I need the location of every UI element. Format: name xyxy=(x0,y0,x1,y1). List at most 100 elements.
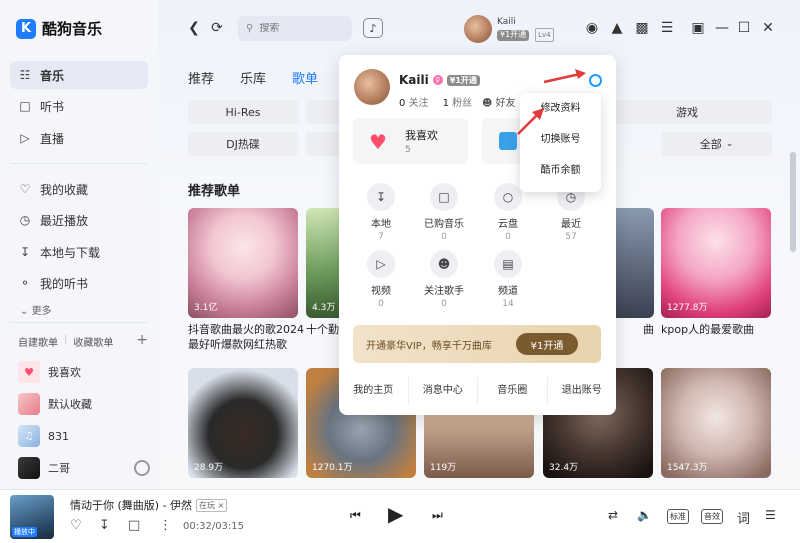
playlist-cover: 3.1亿 xyxy=(188,208,298,318)
sidebar-item-favorites[interactable]: ♡ 我的收藏 xyxy=(10,175,148,203)
sidebar-more[interactable]: ⌄ 更多 xyxy=(20,302,52,317)
playlist-item-erge[interactable]: 二哥 xyxy=(18,456,148,480)
playlist-card[interactable]: 3.1亿 抖音歌曲最火的歌2024最好听爆款网红热歌 xyxy=(188,208,304,352)
playlist-title: 抖音歌曲最火的歌2024最好听爆款网红热歌 xyxy=(188,323,304,351)
following-stat[interactable]: 0 关注 xyxy=(399,94,429,109)
now-playing-cover[interactable]: 播放中 xyxy=(10,495,54,539)
sidebar-item-recent[interactable]: ◷ 最近播放 xyxy=(10,206,148,234)
logout-link[interactable]: 退出账号 xyxy=(548,377,617,405)
playlist-item-831[interactable]: ♫ 831 xyxy=(18,424,148,448)
sidebar-item-audiobook[interactable]: □ 听书 xyxy=(10,92,148,120)
tab-library[interactable]: 乐库 xyxy=(240,68,266,87)
sidebar-item-music[interactable]: ☷ 音乐 xyxy=(10,61,148,89)
next-icon[interactable]: ⏭ xyxy=(432,508,443,523)
logo-mark-icon: K xyxy=(16,18,36,39)
popup-name-text: Kaili xyxy=(399,73,429,87)
quality-button[interactable]: 标准 xyxy=(667,509,689,524)
chevron-down-icon: ⌄ xyxy=(725,139,734,149)
popup-vip-badge[interactable]: ¥1开通 xyxy=(446,75,480,86)
grid-label: 关注歌手 xyxy=(424,286,464,297)
grid-item-video[interactable]: ▷ 视频 0 xyxy=(355,250,407,309)
playlist-queue-icon[interactable]: ☰ xyxy=(765,508,776,522)
menu-icon[interactable]: ☰ xyxy=(657,18,677,38)
friends-icon: ☻ xyxy=(482,98,493,109)
playlist-card[interactable]: 28.9万 xyxy=(188,368,298,478)
settings-gear-icon[interactable] xyxy=(589,74,602,87)
popup-avatar[interactable] xyxy=(354,69,390,105)
user-avatar[interactable] xyxy=(464,15,492,43)
search-input[interactable] xyxy=(259,23,340,34)
chip-all[interactable]: 全部 ⌄ xyxy=(661,132,772,156)
popup-footer: 我的主页 消息中心 音乐圈 退出账号 xyxy=(339,377,616,405)
playlist-item-liked[interactable]: ♥ 我喜欢 xyxy=(18,360,148,384)
vip-open-button[interactable]: ¥1开通 xyxy=(516,333,578,355)
close-icon[interactable]: ✕ xyxy=(758,18,778,38)
more-options-icon[interactable]: ⋮ xyxy=(159,518,172,533)
like-icon[interactable]: ♡ xyxy=(70,518,82,533)
scrollbar[interactable] xyxy=(790,152,796,252)
mini-mode-icon[interactable]: ▣ xyxy=(688,18,708,38)
playlist-cover: 28.9万 xyxy=(188,368,298,478)
grid-count: 7 xyxy=(378,232,384,242)
play-count-value: 1270.1万 xyxy=(312,463,353,473)
tab-playlists[interactable]: 歌单 xyxy=(292,68,318,87)
grid-item-followed-singers[interactable]: ☻ 关注歌手 0 xyxy=(418,250,470,309)
playlist-card[interactable]: 1547.3万 xyxy=(661,368,771,478)
music-circle-link[interactable]: 音乐圈 xyxy=(478,377,548,405)
vip-promo-bar[interactable]: 开通豪华VIP，畅享千万曲库 ¥1开通 xyxy=(353,325,601,363)
sidebar-item-label: 音乐 xyxy=(40,68,65,83)
edit-profile-item[interactable]: 修改资料 xyxy=(520,93,601,124)
sidebar-item-local-download[interactable]: ↧ 本地与下载 xyxy=(10,238,148,266)
comment-icon[interactable]: □ xyxy=(128,518,140,533)
sound-effect-button[interactable]: 音效 xyxy=(701,509,723,524)
minimize-icon[interactable]: — xyxy=(712,18,732,38)
switch-account-item[interactable]: 切换账号 xyxy=(520,124,601,155)
volume-icon[interactable]: 🔈 xyxy=(637,508,652,522)
user-name: Kaili xyxy=(497,17,516,27)
repeat-icon[interactable]: ⇄ xyxy=(608,508,618,522)
vip-badge[interactable]: ¥1开通 xyxy=(497,29,530,41)
skin-icon[interactable]: ▲ xyxy=(607,18,627,38)
message-center-link[interactable]: 消息中心 xyxy=(409,377,478,405)
download-vip-icon[interactable]: ↧ xyxy=(99,518,110,533)
sidebar-item-live[interactable]: ▷ 直播 xyxy=(10,124,148,152)
add-playlist-icon[interactable]: + xyxy=(136,332,148,348)
voice-search-icon[interactable]: ♪ xyxy=(363,18,383,38)
coin-icon[interactable]: ◉ xyxy=(582,18,602,38)
playlist-cover: 1277.8万 xyxy=(661,208,771,318)
previous-icon[interactable]: ⏮ xyxy=(350,508,361,523)
refresh-icon[interactable]: ⟳ xyxy=(207,18,227,38)
assistant-icon[interactable] xyxy=(134,460,150,476)
grid-item-purchased[interactable]: □ 已购音乐 0 xyxy=(418,183,470,242)
playlist-title: kpop人的最爱歌曲 xyxy=(661,323,755,336)
tab-collected-playlists[interactable]: 收藏歌单 xyxy=(73,334,113,349)
friends-link[interactable]: ☻ 好友 xyxy=(482,94,516,109)
tab-my-playlists[interactable]: 自建歌单 xyxy=(18,334,58,349)
sidebar-item-my-audiobooks[interactable]: ⚬ 我的听书 xyxy=(10,269,148,297)
coin-balance-item[interactable]: 酷币余额 xyxy=(520,155,601,186)
app-logo[interactable]: K 酷狗音乐 xyxy=(16,18,102,39)
playing-tag: 在玩 × xyxy=(196,498,228,512)
music-icon: ☷ xyxy=(19,68,31,82)
lyrics-button[interactable]: 词 xyxy=(737,508,750,527)
chip-dj[interactable]: DJ热碟 xyxy=(188,132,298,156)
play-icon[interactable]: ▶ xyxy=(388,502,403,526)
search-box[interactable]: ⚲ xyxy=(238,16,352,41)
fans-stat[interactable]: 1 粉丝 xyxy=(443,94,473,109)
tab-recommend[interactable]: 推荐 xyxy=(188,68,214,87)
download-icon: ↧ xyxy=(19,245,31,259)
favorites-card[interactable]: ♥ 我喜欢 5 xyxy=(353,118,468,164)
user-info[interactable]: Kaili ¥1开通 Lv4 xyxy=(497,16,554,42)
grid-count: 14 xyxy=(502,299,514,309)
now-playing-title[interactable]: 情动于你 (舞曲版) - 伊然 在玩 × xyxy=(70,497,228,513)
chip-hires[interactable]: Hi-Res xyxy=(188,100,298,124)
grid-item-channels[interactable]: ▤ 频道 14 xyxy=(482,250,534,309)
back-icon[interactable]: ❮ xyxy=(184,18,204,38)
message-icon[interactable]: ▩ xyxy=(632,18,652,38)
maximize-icon[interactable]: ☐ xyxy=(734,18,754,38)
playlist-item-default[interactable]: 默认收藏 xyxy=(18,392,148,416)
grid-item-local[interactable]: ↧ 本地 7 xyxy=(355,183,407,242)
my-homepage-link[interactable]: 我的主页 xyxy=(339,377,409,405)
chip-game[interactable]: 游戏 xyxy=(602,100,772,124)
playlist-card[interactable]: 1277.8万 kpop人的最爱歌曲 xyxy=(661,208,771,337)
